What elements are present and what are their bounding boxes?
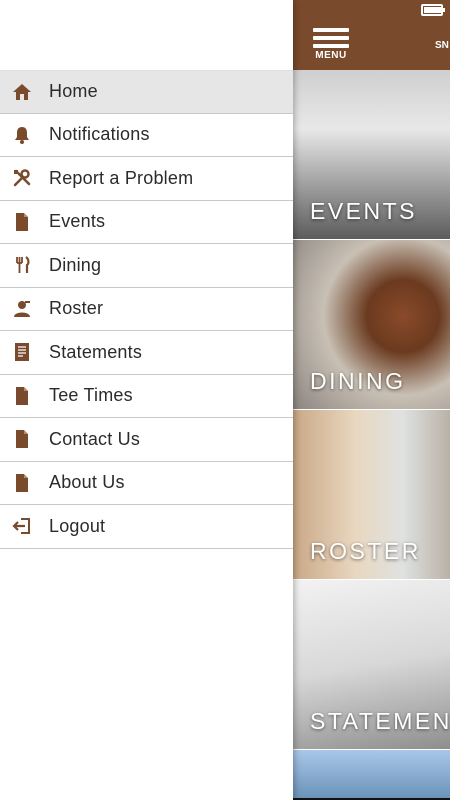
status-bar <box>293 0 450 22</box>
document-icon <box>12 473 32 493</box>
home-screen: MENU SN EVENTS DINING ROSTER STATEMEN <box>293 0 450 800</box>
menu-button-label: MENU <box>315 50 347 61</box>
tile-dining[interactable]: DINING <box>293 240 450 410</box>
menu-item-label: Events <box>49 211 106 232</box>
menu-item-logout[interactable]: Logout <box>0 505 293 549</box>
menu-item-label: Home <box>49 81 98 102</box>
tools-icon <box>12 168 32 188</box>
menu-item-events[interactable]: Events <box>0 201 293 244</box>
tile-events[interactable]: EVENTS <box>293 70 450 240</box>
menu-list: Home Notifications Report a Problem Even… <box>0 70 293 549</box>
document-icon <box>12 386 32 406</box>
tile-statements[interactable]: STATEMEN <box>293 580 450 750</box>
home-icon <box>12 82 32 102</box>
menu-item-notifications[interactable]: Notifications <box>0 114 293 157</box>
person-icon <box>12 299 32 319</box>
tile-label: DINING <box>310 368 406 394</box>
document-icon <box>12 212 32 232</box>
menu-item-contact-us[interactable]: Contact Us <box>0 418 293 462</box>
fork-knife-icon <box>12 255 32 275</box>
tile-roster[interactable]: ROSTER <box>293 410 450 580</box>
menu-item-report-a-problem[interactable]: Report a Problem <box>0 157 293 201</box>
menu-item-label: Roster <box>49 298 104 319</box>
app-header: MENU SN <box>293 0 450 70</box>
logout-icon <box>12 516 32 536</box>
menu-item-label: Logout <box>49 515 106 536</box>
menu-item-roster[interactable]: Roster <box>0 288 293 331</box>
menu-item-about-us[interactable]: About Us <box>0 462 293 505</box>
menu-item-dining[interactable]: Dining <box>0 244 293 288</box>
hamburger-icon <box>313 28 349 48</box>
menu-item-tee-times[interactable]: Tee Times <box>0 375 293 418</box>
statement-icon <box>12 342 32 362</box>
document-icon <box>12 429 32 449</box>
menu-item-label: Statements <box>49 341 143 362</box>
battery-icon <box>421 4 445 16</box>
tile-label: ROSTER <box>310 538 421 564</box>
menu-item-label: Notifications <box>49 124 150 145</box>
menu-item-label: About Us <box>49 472 125 493</box>
drawer-header-spacer <box>0 0 293 70</box>
menu-item-label: Tee Times <box>49 385 133 406</box>
header-right-label[interactable]: SN <box>435 40 449 51</box>
tile-label: STATEMEN <box>310 708 450 734</box>
menu-item-label: Report a Problem <box>49 167 194 188</box>
menu-button[interactable]: MENU <box>313 28 349 61</box>
tile-next[interactable] <box>293 750 450 798</box>
menu-item-home[interactable]: Home <box>0 70 293 114</box>
battery-level <box>424 7 442 13</box>
menu-item-statements[interactable]: Statements <box>0 331 293 375</box>
navigation-drawer: Home Notifications Report a Problem Even… <box>0 0 293 800</box>
tile-label: EVENTS <box>310 198 418 224</box>
menu-item-label: Dining <box>49 254 102 275</box>
bell-icon <box>12 125 32 145</box>
menu-item-label: Contact Us <box>49 428 141 449</box>
